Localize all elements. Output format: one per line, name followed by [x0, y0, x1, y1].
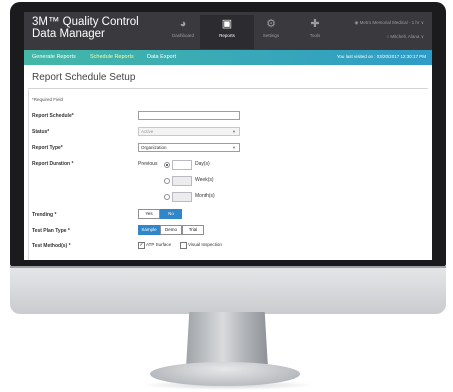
- tab-schedule-reports[interactable]: Schedule Reports: [90, 54, 134, 60]
- app-title-line1: 3M™ Quality Control: [32, 16, 139, 28]
- visual-inspection-checkbox[interactable]: [180, 242, 187, 249]
- tab-generate-reports[interactable]: Generate Reports: [32, 54, 76, 60]
- tab-data-export[interactable]: Data Export: [147, 54, 176, 60]
- plan-sample-button[interactable]: Sample: [138, 225, 160, 235]
- duration-days-radio[interactable]: [164, 162, 170, 168]
- site-selector[interactable]: ◉ Metro Memorial Medical - 1 hr ∨: [354, 20, 424, 26]
- chevron-down-icon: ∨: [420, 20, 424, 25]
- title-divider: [28, 88, 428, 89]
- document-icon: ▣: [221, 18, 233, 30]
- nav-tools-label: Tools: [309, 33, 321, 38]
- trending-no-button[interactable]: No: [160, 209, 182, 219]
- report-duration-label: Report Duration *: [32, 161, 74, 167]
- user-icon: ○: [386, 34, 390, 39]
- previous-label: Previous: [138, 161, 158, 167]
- duration-months-radio[interactable]: [164, 194, 170, 200]
- months-label: Month(s): [195, 193, 215, 199]
- chevron-down-icon: ▼: [232, 129, 236, 134]
- report-type-value: Organization: [141, 145, 167, 150]
- nav-reports-label: Reports: [219, 33, 235, 38]
- monitor-chin-divider: [10, 266, 446, 268]
- status-select[interactable]: Active ▼: [138, 127, 240, 136]
- gauge-icon: ◕: [179, 18, 187, 30]
- gear-icon: ⚙: [266, 18, 276, 30]
- trending-yes-button[interactable]: Yes: [138, 209, 160, 219]
- months-input[interactable]: [172, 192, 192, 202]
- plan-demo-button[interactable]: Demo: [160, 225, 182, 235]
- report-type-select[interactable]: Organization ▼: [138, 143, 240, 152]
- status-value: Active: [141, 129, 154, 134]
- days-label: Day(s): [195, 161, 210, 167]
- report-schedule-input[interactable]: [138, 111, 240, 120]
- monitor-stand-neck: [186, 312, 268, 368]
- nav-settings-label: Settings: [262, 33, 280, 38]
- nav-dashboard-label: Dashboard: [171, 33, 194, 38]
- nav-tools[interactable]: ✚ Tools: [288, 15, 342, 49]
- monitor-chin: [10, 266, 446, 314]
- last-visited-text: You last visited on : 03/20/2017 12:30:1…: [336, 54, 426, 59]
- report-type-label: Report Type*: [32, 145, 63, 151]
- weeks-input[interactable]: [172, 176, 192, 186]
- app-title: 3M™ Quality Control Data Manager: [32, 16, 162, 40]
- monitor-stand-base: [150, 362, 300, 386]
- trending-label: Trending *: [32, 212, 57, 218]
- status-label: Status*: [32, 129, 50, 135]
- test-plan-type-label: Test Plan Type *: [32, 228, 70, 234]
- chevron-down-icon: ▼: [232, 145, 236, 150]
- plan-trial-button[interactable]: Trial: [182, 225, 204, 235]
- test-methods-label: Test Method(s) *: [32, 243, 71, 249]
- app-title-line2: Data Manager: [32, 28, 105, 40]
- duration-weeks-radio[interactable]: [164, 178, 170, 184]
- page-title: Report Schedule Setup: [32, 72, 136, 83]
- site-name: Metro Memorial Medical - 1 hr: [359, 20, 420, 25]
- atp-surface-checkbox[interactable]: ✓: [138, 242, 145, 249]
- user-name: Mitchell, Alana: [390, 34, 420, 39]
- app-header: 3M™ Quality Control Data Manager ◕ Dashb…: [24, 12, 432, 50]
- user-menu[interactable]: ○ Mitchell, Alana ∨: [386, 34, 424, 40]
- weeks-label: Week(s): [195, 177, 214, 183]
- required-note: *Required Field: [32, 97, 64, 102]
- chevron-down-icon: ∨: [420, 34, 424, 39]
- location-pin-icon: ◉: [354, 20, 359, 25]
- report-schedule-label: Report Schedule*: [32, 113, 74, 119]
- screen: 3M™ Quality Control Data Manager ◕ Dashb…: [24, 12, 432, 260]
- atp-surface-label: ATP Surface: [146, 242, 172, 247]
- days-input[interactable]: [172, 160, 192, 170]
- sub-navigation: Generate Reports Schedule Reports Data E…: [24, 50, 432, 65]
- wrench-icon: ✚: [310, 18, 320, 30]
- visual-inspection-label: Visual Inspection: [188, 242, 222, 247]
